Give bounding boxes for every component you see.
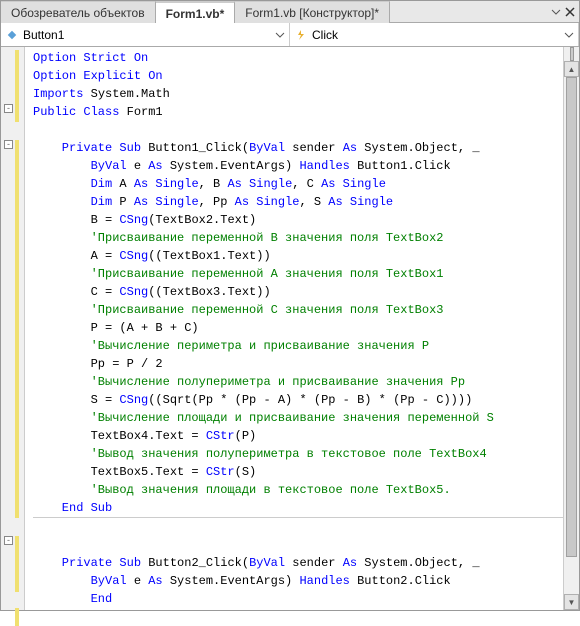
tab-object-browser[interactable]: Обозреватель объектов [1, 1, 156, 23]
close-icon[interactable] [565, 7, 575, 17]
event-dropdown[interactable]: Click [290, 23, 579, 46]
member-selector-row: Button1 Click [1, 23, 579, 47]
chevron-down-icon [275, 30, 285, 40]
scroll-thumb[interactable] [566, 77, 577, 557]
outline-toggle-icon[interactable]: - [4, 104, 13, 113]
outline-toggle-icon[interactable]: - [4, 536, 13, 545]
event-icon [294, 28, 308, 42]
tab-overflow-icon[interactable] [551, 7, 561, 17]
object-dropdown[interactable]: Button1 [1, 23, 290, 46]
outline-toggle-icon[interactable]: - [4, 140, 13, 149]
vertical-scrollbar[interactable]: ▲ ▼ [563, 47, 579, 610]
code-gutter: - - - [1, 47, 25, 610]
event-dropdown-value: Click [312, 28, 338, 42]
field-icon [5, 28, 19, 42]
code-editor[interactable]: Option Strict On Option Explicit On Impo… [25, 47, 563, 610]
split-handle[interactable] [570, 47, 574, 61]
tab-form1-vb[interactable]: Form1.vb* [156, 1, 236, 23]
chevron-down-icon [564, 30, 574, 40]
change-marker [15, 50, 19, 122]
change-marker [15, 140, 19, 518]
document-tab-bar: Обозреватель объектов Form1.vb* Form1.vb… [1, 1, 579, 23]
change-marker [15, 536, 19, 592]
object-dropdown-value: Button1 [23, 28, 64, 42]
tab-form1-designer[interactable]: Form1.vb [Конструктор]* [235, 1, 390, 23]
scroll-down-icon[interactable]: ▼ [564, 594, 579, 610]
scroll-up-icon[interactable]: ▲ [564, 61, 579, 77]
